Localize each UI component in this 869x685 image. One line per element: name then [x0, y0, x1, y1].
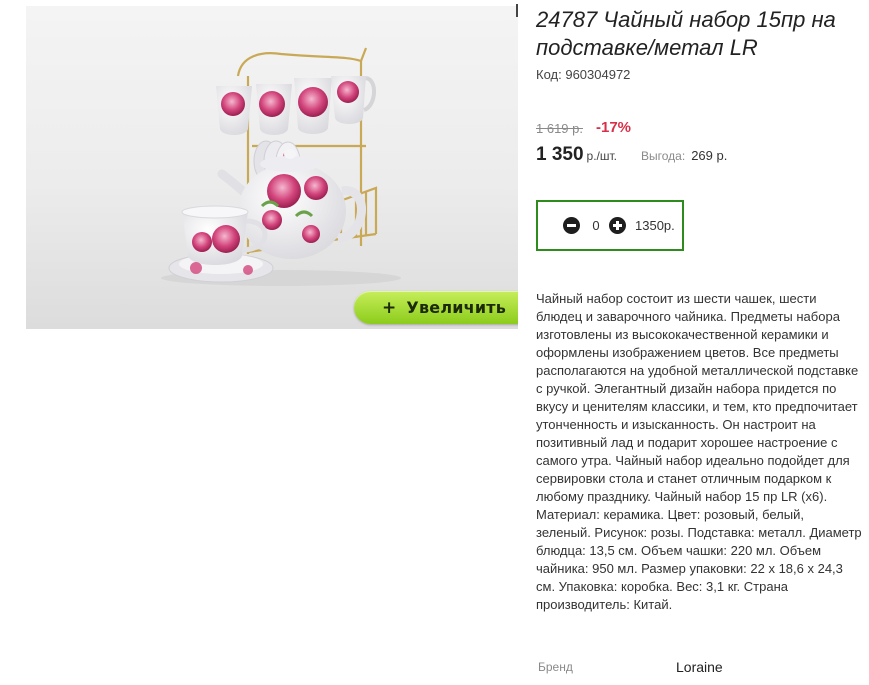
product-image[interactable]: + Увеличить	[26, 6, 518, 329]
old-price: 1 619 р.	[536, 121, 583, 136]
plus-circle-icon[interactable]	[609, 217, 626, 234]
savings-label: Выгода:	[641, 149, 686, 163]
zoom-button[interactable]: + Увеличить	[354, 291, 518, 324]
quantity-selector: 0 1350р.	[536, 200, 684, 251]
price-value: 1 350	[536, 144, 584, 165]
discount-badge: -17%	[596, 119, 632, 136]
zoom-button-label: Увеличить	[406, 298, 507, 317]
product-code-label: Код:	[536, 67, 562, 82]
quantity-value[interactable]: 0	[592, 218, 600, 233]
product-code-value: 960304972	[565, 67, 631, 82]
quantity-total: 1350р.	[635, 218, 675, 233]
plus-icon: +	[381, 297, 397, 318]
product-code: Код: 960304972	[536, 67, 630, 82]
minus-circle-icon[interactable]	[563, 217, 580, 234]
product-title: 24787 Чайный набор 15пр на подставке/мет…	[536, 7, 836, 60]
tea-set-illustration	[161, 47, 401, 286]
product-page: + Увеличить 24787 Чайный набор 15пр на п…	[0, 0, 869, 685]
price-row: 1 350 р./шт. Выгода: 269 р.	[536, 144, 727, 166]
savings-value: 269 р.	[691, 148, 728, 163]
brand-label: Бренд	[538, 660, 573, 674]
divider-mark	[516, 4, 518, 17]
product-description: Чайный набор состоит из шести чашек, шес…	[536, 291, 862, 612]
brand-value[interactable]: Loraine	[676, 659, 723, 675]
price-unit: р./шт.	[586, 149, 618, 163]
